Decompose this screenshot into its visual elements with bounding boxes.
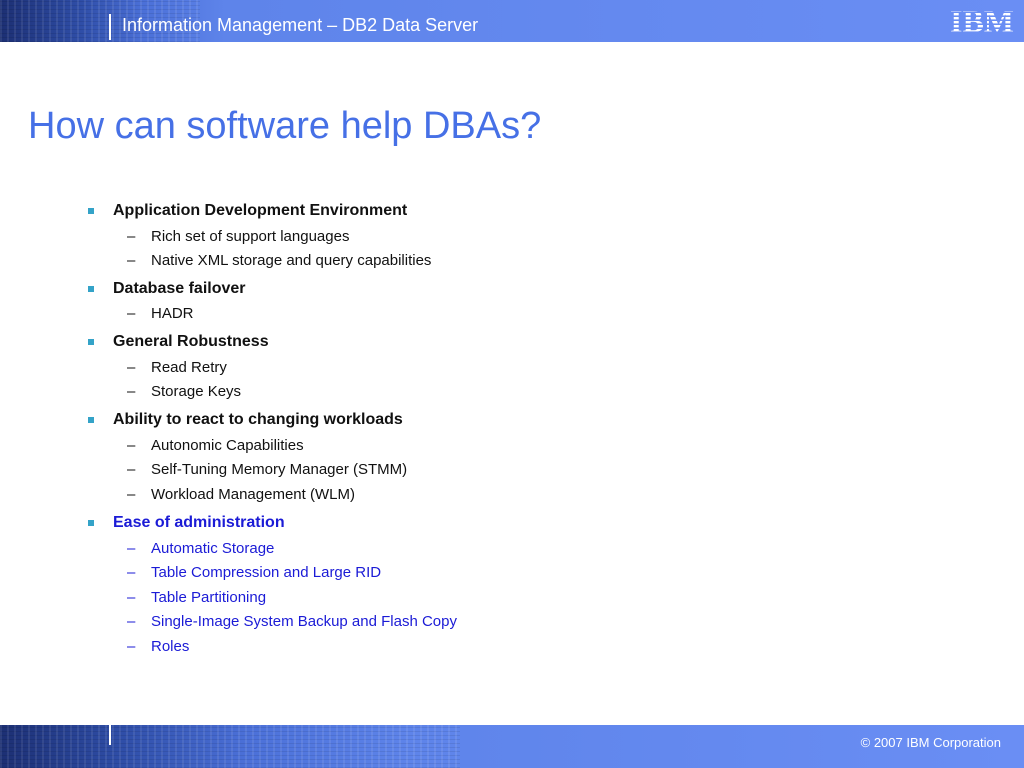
footer-texture [0,725,460,768]
bullet-label: Application Development Environment [113,202,408,219]
header-bar: Information Management – DB2 Data Server… [0,0,1024,42]
dash-bullet-icon: – [127,638,136,655]
square-bullet-icon [88,286,94,292]
sub-bullet-label: Roles [151,638,190,655]
bullet-label: General Robustness [113,333,269,350]
sub-bullet-label: Automatic Storage [151,540,275,557]
square-bullet-icon [88,520,94,526]
square-bullet-icon [88,339,94,345]
sub-bullet-label: Autonomic Capabilities [151,437,304,454]
dash-bullet-icon: – [127,486,136,503]
dash-bullet-icon: – [127,383,136,400]
svg-text:IBM: IBM [950,5,1014,37]
dash-bullet-icon: – [127,589,136,606]
slide-title: How can software help DBAs? [28,105,542,147]
dash-bullet-icon: – [127,252,136,269]
dash-bullet-icon: – [127,540,136,557]
dash-bullet-icon: – [127,564,136,581]
dash-bullet-icon: – [127,437,136,454]
sub-bullet-label: Rich set of support languages [151,228,350,245]
copyright-text: © 2007 IBM Corporation [860,735,1001,750]
header-separator [109,14,111,40]
dash-bullet-icon: – [127,305,136,322]
bullet-label: Database failover [113,280,246,297]
dash-bullet-icon: – [127,613,136,630]
sub-bullet-label: Table Compression and Large RID [151,564,382,581]
footer-separator [109,725,111,745]
sub-bullet-label: Workload Management (WLM) [151,486,355,503]
dash-bullet-icon: – [127,359,136,376]
footer-bar: © 2007 IBM Corporation [0,725,1024,768]
header-title: Information Management – DB2 Data Server [122,15,479,35]
dash-bullet-icon: – [127,461,136,478]
bullet-label: Ability to react to changing workloads [113,411,403,428]
sub-bullet-label: Self-Tuning Memory Manager (STMM) [151,461,408,478]
square-bullet-icon [88,417,94,423]
sub-bullet-label: Native XML storage and query capabilitie… [151,252,432,269]
ibm-logo-icon: IBM [950,5,1014,37]
sub-bullet-label: Storage Keys [151,383,242,400]
sub-bullet-label: Table Partitioning [151,589,267,606]
bullet-label: Ease of administration [113,514,285,531]
sub-bullet-label: Single-Image System Backup and Flash Cop… [151,613,457,630]
square-bullet-icon [88,208,94,214]
dash-bullet-icon: – [127,228,136,245]
sub-bullet-label: HADR [151,305,194,322]
sub-bullet-label: Read Retry [151,359,227,376]
